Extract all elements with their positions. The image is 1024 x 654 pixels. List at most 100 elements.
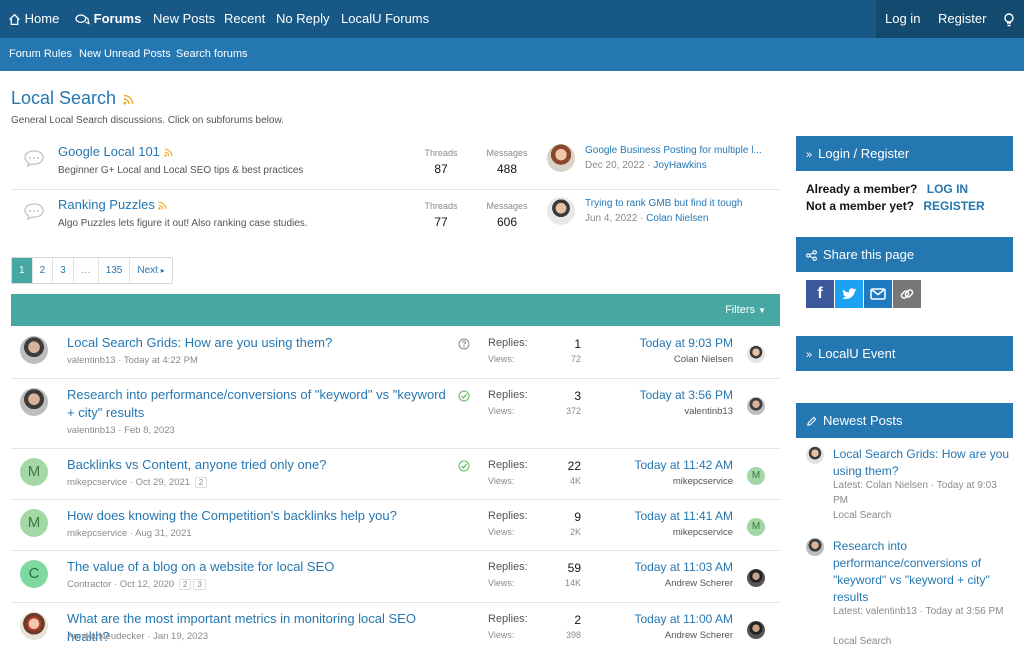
last-reply-avatar[interactable]: M (747, 518, 765, 536)
avatar[interactable] (806, 446, 824, 464)
nav-new-posts[interactable]: New Posts (153, 0, 215, 38)
last-reply-date[interactable]: Today at 11:03 AM (634, 560, 733, 574)
nav-home[interactable]: Home (8, 0, 59, 38)
email-share-button[interactable] (864, 280, 892, 308)
thread-title[interactable]: Backlinks vs Content, anyone tried only … (67, 456, 452, 474)
not-member-question: Not a member yet? (806, 199, 915, 213)
page-ellipsis-button[interactable]: … (73, 258, 99, 283)
facebook-share-button[interactable]: f (806, 280, 834, 308)
last-reply-avatar[interactable] (747, 569, 765, 587)
thread-author[interactable]: valentinb13 (67, 355, 116, 366)
nav-localu-forums[interactable]: LocalU Forums (341, 0, 429, 38)
thread-title[interactable]: How does knowing the Competition's backl… (67, 507, 452, 525)
thread-date[interactable]: Oct 29, 2021 (136, 477, 190, 488)
last-reply-date[interactable]: Today at 3:56 PM (640, 388, 733, 402)
avatar[interactable]: C (20, 560, 48, 588)
last-post-title[interactable]: Google Business Posting for multiple l..… (585, 145, 762, 156)
avatar[interactable] (20, 336, 48, 364)
rss-icon[interactable] (158, 201, 167, 210)
last-reply-date[interactable]: Today at 9:03 PM (640, 336, 733, 350)
thread-author[interactable]: Contractor (67, 579, 111, 590)
newest-post-title[interactable]: Local Search Grids: How are you using th… (833, 446, 1013, 480)
thread-author[interactable]: Annika Neudecker (67, 631, 145, 642)
rss-icon[interactable] (163, 148, 173, 157)
newest-post-forum[interactable]: Local Search (833, 508, 1013, 523)
last-reply-user[interactable]: valentinb13 (684, 406, 733, 417)
thread-meta: Contractor · Oct 12, 2020 23 (67, 579, 206, 590)
avatar[interactable]: M (20, 509, 48, 537)
nav-recent[interactable]: Recent (224, 0, 265, 38)
next-page-button[interactable]: Next ▸ (130, 258, 172, 283)
thread-date[interactable]: Jan 19, 2023 (153, 631, 208, 642)
last-reply-user[interactable]: Andrew Scherer (665, 630, 733, 641)
subforum-row: Ranking Puzzles Algo Puzzles lets figure… (11, 190, 780, 242)
subnav-new-unread-posts[interactable]: New Unread Posts (79, 38, 171, 71)
avatar[interactable] (547, 144, 575, 172)
page-1-button[interactable]: 1 (12, 258, 33, 283)
views-label: Views: (488, 354, 515, 364)
login-button[interactable]: Log in (885, 0, 920, 38)
page-3-button[interactable]: 3 (53, 258, 74, 283)
last-post-user[interactable]: JoyHawkins (653, 160, 706, 171)
last-post-title[interactable]: Trying to rank GMB but find it tough (585, 198, 742, 209)
register-link[interactable]: REGISTER (923, 199, 984, 213)
avatar[interactable] (806, 538, 824, 556)
last-reply-date[interactable]: Today at 11:00 AM (634, 612, 733, 626)
rss-icon[interactable] (123, 94, 134, 105)
avatar[interactable] (20, 388, 48, 416)
thread-page-link[interactable]: 3 (193, 579, 206, 590)
last-reply-date[interactable]: Today at 11:41 AM (634, 509, 733, 523)
login-register-header[interactable]: » Login / Register (796, 136, 1013, 171)
subnav-forum-rules[interactable]: Forum Rules (9, 38, 72, 71)
thread-date[interactable]: Today at 4:22 PM (124, 355, 198, 366)
page-2-button[interactable]: 2 (32, 258, 54, 283)
copy-link-button[interactable] (893, 280, 921, 308)
newest-post-forum[interactable]: Local Search (833, 634, 1013, 649)
subforum-description: Beginner G+ Local and Local SEO tips & b… (58, 165, 304, 176)
thread-author[interactable]: mikepcservice (67, 477, 127, 488)
last-reply-avatar[interactable]: M (747, 467, 765, 485)
avatar[interactable] (20, 612, 48, 640)
login-register-title: Login / Register (818, 146, 910, 161)
thread-page-link[interactable]: 2 (194, 477, 208, 488)
style-toggle-button[interactable] (1004, 0, 1014, 38)
thread-date[interactable]: Aug 31, 2021 (135, 528, 192, 539)
subforum-title[interactable]: Ranking Puzzles (58, 197, 167, 212)
thread-author[interactable]: valentinb13 (67, 425, 116, 436)
views-label: Views: (488, 630, 515, 640)
thread-title[interactable]: Research into performance/conversions of… (67, 386, 452, 422)
last-reply-user[interactable]: mikepcservice (673, 476, 733, 487)
newest-post-title[interactable]: Research into performance/conversions of… (833, 538, 1013, 606)
subforum-title-text[interactable]: Google Local 101 (58, 144, 160, 159)
thread-title[interactable]: Local Search Grids: How are you using th… (67, 334, 452, 352)
last-reply-user[interactable]: Andrew Scherer (665, 578, 733, 589)
thread-date[interactable]: Oct 12, 2020 (120, 579, 174, 590)
filters-button[interactable]: Filters ▼ (725, 294, 766, 327)
last-reply-user[interactable]: Colan Nielsen (674, 354, 733, 365)
subforum-title-text[interactable]: Ranking Puzzles (58, 197, 155, 212)
last-reply-avatar[interactable] (747, 345, 765, 363)
page-135-button[interactable]: 135 (98, 258, 131, 283)
last-reply-avatar[interactable] (747, 397, 765, 415)
nav-forums[interactable]: Forums (75, 0, 141, 38)
last-reply-date[interactable]: Today at 11:42 AM (634, 458, 733, 472)
register-button[interactable]: Register (938, 0, 986, 38)
login-link[interactable]: LOG IN (927, 182, 968, 196)
last-post-user[interactable]: Colan Nielsen (646, 213, 708, 224)
twitter-share-button[interactable] (835, 280, 863, 308)
thread-title[interactable]: The value of a blog on a website for loc… (67, 558, 452, 576)
nav-no-reply[interactable]: No Reply (276, 0, 329, 38)
thread-date[interactable]: Feb 8, 2023 (124, 425, 175, 436)
thread-author[interactable]: mikepcservice (67, 528, 127, 539)
subforum-title[interactable]: Google Local 101 (58, 144, 173, 159)
localu-event-header[interactable]: » LocalU Event (796, 336, 1013, 371)
last-reply-user[interactable]: mikepcservice (673, 527, 733, 538)
views-label: Views: (488, 476, 515, 486)
subnav-search-forums[interactable]: Search forums (176, 38, 248, 71)
forum-bubble-icon (24, 150, 44, 167)
last-reply-avatar[interactable] (747, 621, 765, 639)
thread-page-link[interactable]: 2 (178, 579, 192, 590)
avatar[interactable] (547, 197, 575, 225)
thread-meta: Annika Neudecker · Jan 19, 2023 (67, 631, 209, 642)
avatar[interactable]: M (20, 458, 48, 486)
